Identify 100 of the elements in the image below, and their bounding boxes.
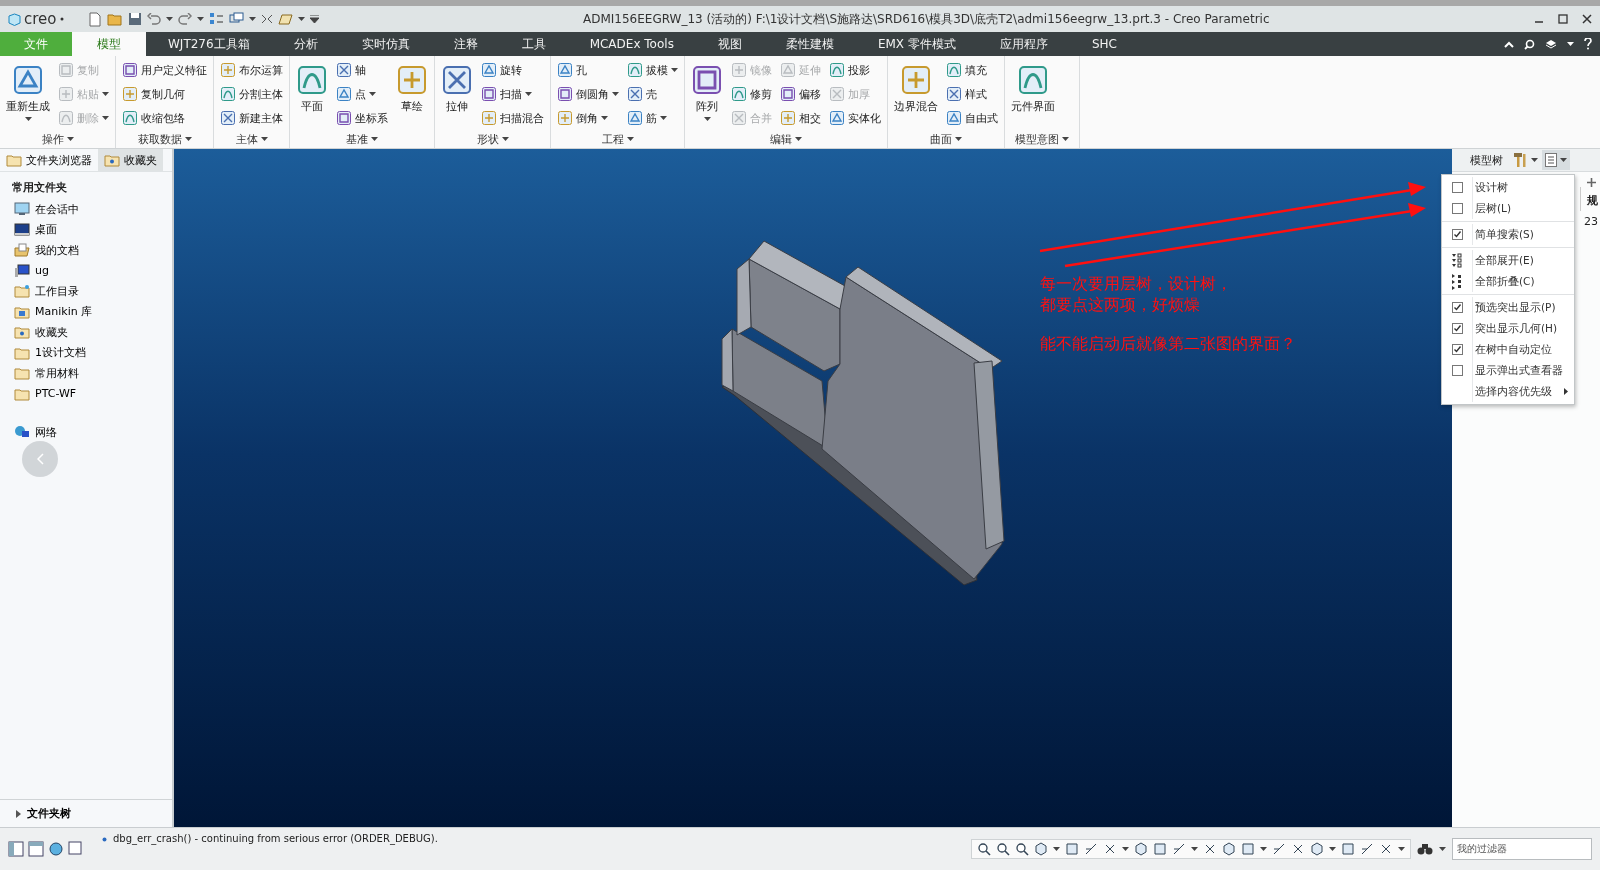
folder-item[interactable]: 收藏夹 (0, 322, 172, 343)
group-menu-button[interactable]: 基准 (340, 130, 384, 148)
checkbox[interactable] (1451, 229, 1463, 240)
ribbon-button[interactable]: 新建主体 (218, 107, 285, 129)
ribbon-button[interactable]: 倒圆角 (555, 83, 621, 105)
view-tool-icon[interactable] (1222, 842, 1236, 856)
checkbox[interactable] (1451, 203, 1463, 214)
ribbon-button[interactable]: 填充 (944, 59, 1000, 81)
filter-dropdown[interactable]: 我的过滤器 (1452, 838, 1592, 860)
ribbon-tab[interactable]: 分析 (271, 32, 340, 56)
ribbon-button[interactable]: 拉伸 (439, 58, 475, 130)
folder-item[interactable]: 网络 (0, 422, 172, 443)
ribbon-tab[interactable]: 应用程序 (977, 32, 1070, 56)
ribbon-button[interactable]: 扫描混合 (479, 107, 546, 129)
save-icon[interactable] (127, 12, 142, 26)
folder-item[interactable]: 在会话中 (0, 199, 172, 220)
group-menu-button[interactable]: 工程 (595, 130, 640, 148)
group-menu-button[interactable]: 编辑 (764, 130, 808, 148)
ribbon-button[interactable]: 元件界面 (1009, 58, 1057, 130)
caret-icon[interactable] (1567, 42, 1574, 46)
ribbon-button[interactable]: 实体化 (827, 107, 883, 129)
globe-icon[interactable] (48, 841, 64, 857)
ribbon-button[interactable]: 草绘 (394, 58, 430, 130)
ribbon-tab[interactable]: 模型 (72, 32, 146, 56)
ribbon-button[interactable]: 样式 (944, 83, 1000, 105)
group-menu-button[interactable]: 操作 (35, 130, 80, 148)
ribbon-button[interactable]: 收缩包络 (120, 107, 209, 129)
close-icon[interactable] (1582, 14, 1592, 24)
plus-icon[interactable] (1587, 178, 1596, 187)
windows-icon[interactable] (228, 12, 244, 26)
ribbon-button[interactable]: 用户定义特征 (120, 59, 209, 81)
ribbon-button[interactable]: 偏移 (778, 83, 823, 105)
chevron-up-icon[interactable] (1504, 40, 1514, 48)
folder-item[interactable]: PTC-WF (0, 383, 172, 404)
ribbon-button[interactable]: 边界混合 (892, 58, 940, 130)
folder-item[interactable]: ug (0, 260, 172, 281)
tree-options-button[interactable] (1542, 150, 1570, 170)
group-menu-button[interactable]: 主体 (229, 130, 274, 148)
folder-item[interactable]: 1设计文档 (0, 342, 172, 363)
ribbon-button[interactable]: 轴 (334, 59, 390, 81)
checkbox[interactable] (1451, 302, 1463, 313)
ribbon-button[interactable]: 壳 (625, 83, 680, 105)
ribbon-button[interactable]: 修剪 (729, 83, 774, 105)
hammer-icon[interactable] (1513, 152, 1527, 168)
view-tool-icon[interactable] (1172, 842, 1186, 856)
view-tool-icon[interactable] (1084, 842, 1098, 856)
menu-item[interactable]: 突出显示几何(H) (1473, 321, 1574, 336)
ribbon-button[interactable]: 布尔运算 (218, 59, 285, 81)
ribbon-tab[interactable]: SHC (1069, 32, 1139, 56)
panel-icon[interactable] (8, 841, 24, 857)
ribbon-button[interactable]: 倒角 (555, 107, 621, 129)
ribbon-button[interactable]: 投影 (827, 59, 883, 81)
close-windows-icon[interactable] (260, 14, 273, 24)
view-tool-icon[interactable] (1103, 842, 1117, 856)
folder-item[interactable]: 我的文档 (0, 240, 172, 261)
menu-item[interactable]: 选择内容优先级 (1473, 384, 1564, 399)
group-menu-button[interactable]: 模型意图 (1009, 130, 1075, 148)
view-tool-icon[interactable] (1034, 842, 1048, 856)
menu-item[interactable]: 层树(L) (1473, 201, 1574, 216)
ribbon-button[interactable]: 相交 (778, 107, 823, 129)
magnifier-icon[interactable] (977, 842, 991, 856)
binoculars-icon[interactable] (1417, 842, 1433, 856)
undo-icon[interactable] (146, 13, 161, 25)
view-tool-icon[interactable] (1134, 842, 1148, 856)
menu-item[interactable]: 预选突出显示(P) (1473, 300, 1574, 315)
panel-icon[interactable] (28, 841, 44, 857)
ribbon-button[interactable]: 复制几何 (120, 83, 209, 105)
customize-icon[interactable] (309, 15, 319, 23)
redo-icon[interactable] (177, 13, 192, 25)
magnifier-icon[interactable] (1015, 842, 1029, 856)
ribbon-button[interactable]: 坐标系 (334, 107, 390, 129)
folder-item[interactable]: 桌面 (0, 219, 172, 240)
menu-item[interactable]: 全部折叠(C) (1473, 274, 1574, 289)
ribbon-button[interactable]: 点 (334, 83, 390, 105)
square-icon[interactable] (68, 841, 82, 855)
menu-item[interactable]: 全部展开(E) (1473, 253, 1574, 268)
group-menu-button[interactable]: 形状 (470, 130, 515, 148)
menu-item[interactable]: 显示弹出式查看器 (1473, 363, 1574, 378)
checkbox[interactable] (1451, 344, 1463, 355)
view-tool-icon[interactable] (1203, 842, 1217, 856)
folder-item[interactable]: 常用材料 (0, 363, 172, 384)
checkbox[interactable] (1451, 365, 1463, 376)
help-icon[interactable] (1584, 38, 1592, 50)
ribbon-button[interactable]: 孔 (555, 59, 621, 81)
view-tool-icon[interactable] (1310, 842, 1324, 856)
panel-tab[interactable]: 收藏夹 (98, 149, 163, 171)
view-tool-icon[interactable] (1360, 842, 1374, 856)
ribbon-button[interactable]: 重新生成 (4, 58, 52, 130)
view-tool-icon[interactable] (1272, 842, 1286, 856)
group-menu-button[interactable]: 曲面 (924, 130, 968, 148)
checkbox[interactable] (1451, 323, 1463, 334)
ribbon-tab[interactable]: 视图 (695, 32, 764, 56)
group-menu-button[interactable]: 获取数据 (131, 130, 198, 148)
ribbon-button[interactable]: 分割主体 (218, 83, 285, 105)
ribbon-tab[interactable]: 工具 (499, 32, 568, 56)
ribbon-tab[interactable]: WJT276工具箱 (146, 32, 272, 56)
search-icon[interactable] (1524, 38, 1535, 50)
ribbon-button[interactable]: 自由式 (944, 107, 1000, 129)
ribbon-button[interactable]: 筋 (625, 107, 680, 129)
ribbon-tab[interactable]: 实时仿真 (339, 32, 432, 56)
